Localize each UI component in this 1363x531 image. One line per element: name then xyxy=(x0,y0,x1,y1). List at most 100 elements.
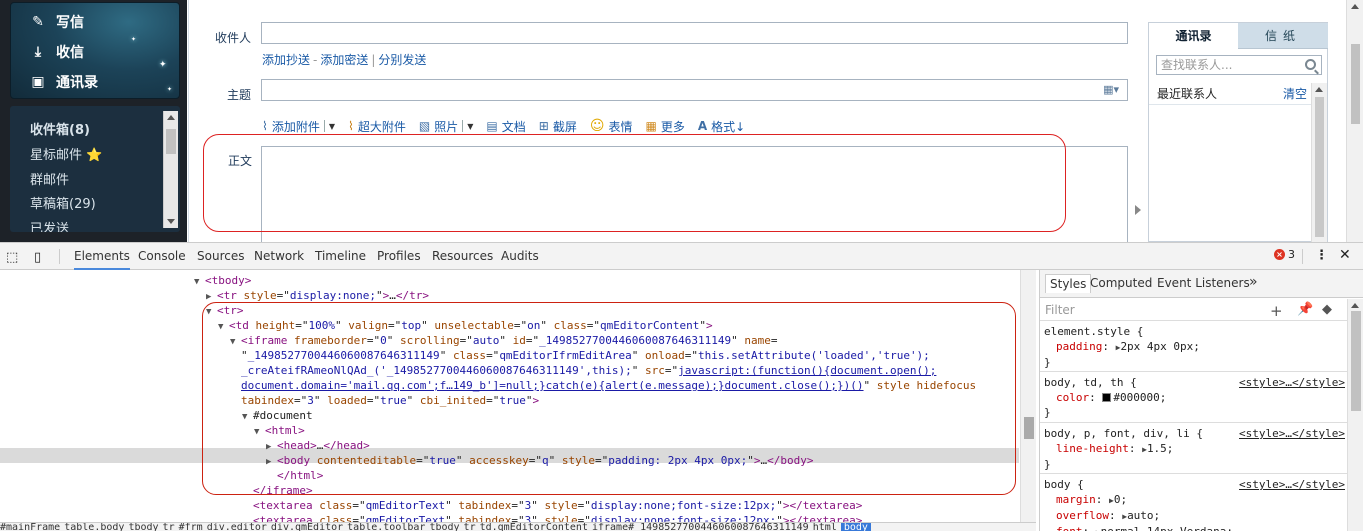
tab-resources[interactable]: Resources xyxy=(432,243,493,270)
scroll-thumb[interactable] xyxy=(1315,97,1324,237)
dom-node-line[interactable]: <textarea class="qmEditorText" tabindex=… xyxy=(242,513,862,522)
photo-button[interactable]: ▧ 照片 xyxy=(419,118,458,135)
inbox-button[interactable]: ⤓ 收信 xyxy=(29,41,84,63)
css-declaration[interactable]: margin: ▶0; xyxy=(1044,492,1349,508)
scroll-thumb[interactable] xyxy=(1351,311,1361,411)
scroll-thumb[interactable] xyxy=(1024,417,1034,439)
contacts-button[interactable]: ▣ 通讯录 xyxy=(29,71,98,93)
styles-filter[interactable]: Filter + 📌 ◆ xyxy=(1040,299,1350,321)
contact-search-input[interactable]: 查找联系人... xyxy=(1156,55,1322,75)
breadcrumb-item[interactable]: #mainFrame xyxy=(0,523,60,531)
pin-icon[interactable]: 📌 xyxy=(1297,302,1313,317)
folder-scrollbar[interactable] xyxy=(163,111,178,228)
breadcrumb-item[interactable]: div.qmEditor xyxy=(271,523,343,531)
dom-scrollbar[interactable] xyxy=(1020,270,1036,522)
screenshot-button[interactable]: ⊞ 截屏 xyxy=(539,118,577,135)
folder-drafts[interactable]: 草稿箱(29) xyxy=(30,193,96,212)
sparkle-icon: ✦ xyxy=(131,36,137,43)
add-cc-link[interactable]: 添加抄送 xyxy=(262,53,310,67)
separate-send-link[interactable]: 分别发送 xyxy=(378,53,426,67)
device-mode-icon[interactable]: ▯ xyxy=(34,250,41,265)
scroll-up-icon[interactable] xyxy=(1315,87,1323,92)
tab-event-listeners[interactable]: Event Listeners xyxy=(1157,276,1250,290)
styles-pane: Styles Computed Event Listeners » Filter… xyxy=(1039,270,1363,531)
tab-sources[interactable]: Sources xyxy=(197,243,244,270)
css-declaration[interactable]: font: ▶normal 14px Verdana; xyxy=(1044,524,1349,531)
inspect-element-icon[interactable]: ⬚ xyxy=(6,250,18,265)
rule-selector: element.style { xyxy=(1044,325,1144,338)
css-declaration[interactable]: line-height: ▶1.5; xyxy=(1044,441,1349,457)
format-button[interactable]: A 格式↓ xyxy=(698,118,745,135)
scroll-up-icon[interactable] xyxy=(167,115,175,120)
tab-console[interactable]: Console xyxy=(138,243,186,270)
rule-divider xyxy=(1040,371,1350,372)
tab-audits[interactable]: Audits xyxy=(501,243,539,270)
scroll-up-icon[interactable] xyxy=(1351,4,1359,9)
dom-node-line[interactable]: <textarea class="qmEditorText" tabindex=… xyxy=(242,498,862,513)
styles-scrollbar[interactable] xyxy=(1347,299,1363,531)
scroll-thumb[interactable] xyxy=(1351,44,1360,124)
toggle-state-icon[interactable]: ◆ xyxy=(1322,302,1332,317)
large-attach-button[interactable]: ⌇ 超大附件 xyxy=(348,118,406,135)
more-button[interactable]: ▦ 更多 xyxy=(645,118,684,135)
rule-source-link[interactable]: <style>…</style> xyxy=(1239,477,1345,492)
tab-timeline[interactable]: Timeline xyxy=(315,243,366,270)
css-declaration[interactable]: overflow: ▶auto; xyxy=(1044,508,1349,524)
tab-computed[interactable]: Computed xyxy=(1090,276,1152,290)
breadcrumb-item[interactable]: tbody xyxy=(128,523,158,531)
subject-format-icon[interactable]: ▦▾ xyxy=(1103,83,1119,96)
more-options-icon[interactable]: ⋮ xyxy=(1315,248,1328,263)
scroll-up-icon[interactable] xyxy=(1351,303,1359,308)
rule-source-link[interactable]: <style>…</style> xyxy=(1239,375,1345,390)
scroll-down-icon[interactable] xyxy=(167,219,175,224)
collapse-triangle-icon[interactable]: ▼ xyxy=(194,275,205,290)
breadcrumb-item[interactable]: #frm xyxy=(179,523,203,531)
folder-starred[interactable]: 星标邮件 ⭐ xyxy=(30,144,102,163)
folder-inbox[interactable]: 收件箱(8) xyxy=(30,119,90,138)
tab-stationery[interactable]: 信纸 xyxy=(1238,23,1328,49)
breadcrumb-item[interactable]: iframe#_1498527700446060087646311149 xyxy=(592,523,809,531)
search-icon[interactable] xyxy=(1305,59,1316,70)
recipient-input[interactable] xyxy=(261,22,1128,44)
attach-button[interactable]: ⌇ 添加附件 xyxy=(262,118,320,135)
breadcrumb-item[interactable]: table.body xyxy=(64,523,124,531)
close-icon[interactable]: ✕ xyxy=(1339,247,1351,263)
dom-node-line[interactable]: ▶ <tr style="display:none;">…</tr> xyxy=(206,288,429,303)
breadcrumb-item[interactable]: td.qmEditorContent xyxy=(480,523,588,531)
contacts-scrollbar[interactable] xyxy=(1311,83,1327,242)
devtools-toolbar: ⬚ ▯ Elements Console Sources Network Tim… xyxy=(0,242,1363,270)
photo-dropdown[interactable]: ▼ xyxy=(465,122,473,131)
tab-elements[interactable]: Elements xyxy=(74,243,130,270)
color-swatch[interactable] xyxy=(1102,393,1112,402)
new-rule-icon[interactable]: + xyxy=(1270,302,1283,320)
folder-sent[interactable]: 已发送 xyxy=(30,218,69,232)
rule-source-link[interactable]: <style>…</style> xyxy=(1239,426,1345,441)
error-counter[interactable]: × 3 xyxy=(1274,248,1295,261)
add-bcc-link[interactable]: 添加密送 xyxy=(320,53,368,67)
css-declaration[interactable]: color: #000000; xyxy=(1044,390,1349,405)
attach-dropdown[interactable]: ▼ xyxy=(327,122,335,131)
document-button[interactable]: ▤ 文档 xyxy=(486,118,525,135)
breadcrumb-item[interactable]: table.toolbar xyxy=(347,523,425,531)
write-mail-button[interactable]: ✎ 写信 xyxy=(29,11,84,33)
tab-styles[interactable]: Styles xyxy=(1045,274,1092,293)
breadcrumb-item[interactable]: body xyxy=(840,523,871,531)
breadcrumb-item[interactable]: html xyxy=(813,523,837,531)
scroll-thumb[interactable] xyxy=(166,129,176,154)
dom-node-line[interactable]: ▼ <tbody> xyxy=(194,273,251,288)
page-scrollbar[interactable] xyxy=(1346,0,1363,242)
css-declaration[interactable]: padding: ▶2px 4px 0px; xyxy=(1044,339,1349,355)
expand-panel-icon[interactable] xyxy=(1135,205,1141,215)
breadcrumb-item[interactable]: tbody xyxy=(429,523,459,531)
tab-network[interactable]: Network xyxy=(254,243,304,270)
emoji-button[interactable]: ☺ 表情 xyxy=(590,118,633,135)
subject-input[interactable]: ▦▾ xyxy=(261,79,1128,101)
breadcrumb-item[interactable]: div.editor xyxy=(207,523,267,531)
clear-recent-link[interactable]: 清空 xyxy=(1283,83,1307,105)
folder-group-mail[interactable]: 群邮件 xyxy=(30,169,69,188)
tab-contacts[interactable]: 通讯录 xyxy=(1149,23,1238,49)
more-tabs-icon[interactable]: » xyxy=(1249,274,1258,290)
breadcrumb-item[interactable]: tr xyxy=(464,523,476,531)
tab-profiles[interactable]: Profiles xyxy=(377,243,421,270)
breadcrumb-item[interactable]: tr xyxy=(163,523,175,531)
